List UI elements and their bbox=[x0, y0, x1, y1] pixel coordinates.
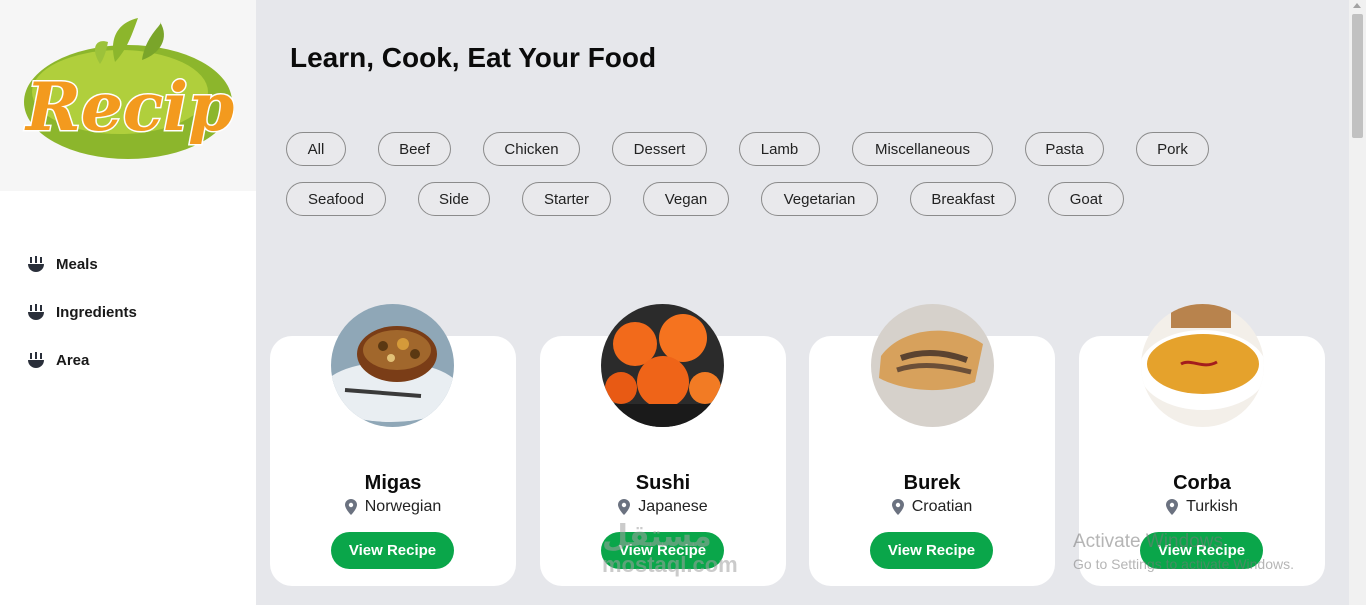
activate-windows-title: Activate Windows bbox=[1073, 531, 1223, 552]
mostaql-watermark-url: mostaql.com bbox=[602, 552, 738, 577]
category-pill-goat[interactable]: Goat bbox=[1048, 182, 1124, 216]
meal-area-label: Croatian bbox=[911, 498, 973, 515]
scroll-up-arrow-icon[interactable] bbox=[1353, 3, 1361, 8]
category-pill-pork[interactable]: Pork bbox=[1136, 132, 1209, 166]
location-pin-icon bbox=[1166, 499, 1179, 515]
page-scrollbar[interactable] bbox=[1349, 0, 1366, 605]
meal-area: Croatian bbox=[809, 498, 1055, 516]
meal-image[interactable] bbox=[871, 304, 994, 427]
meal-name: Sushi bbox=[635, 472, 691, 494]
mostaql-watermark-arabic: مستقل bbox=[602, 520, 712, 553]
meal-name: Corba bbox=[1173, 472, 1231, 494]
activate-windows-watermark: Activate Windows Go to Settings to activ… bbox=[1073, 530, 1294, 576]
category-pill-starter[interactable]: Starter bbox=[522, 182, 611, 216]
meal-area-label: Turkish bbox=[1186, 498, 1238, 515]
meal-area-label: Norwegian bbox=[364, 498, 442, 515]
sidebar-item-label: Area bbox=[56, 351, 90, 369]
meal-image[interactable] bbox=[601, 304, 724, 427]
migas-dish-image bbox=[331, 304, 454, 427]
category-pill-miscellaneous[interactable]: Miscellaneous bbox=[852, 132, 993, 166]
meal-name: Burek bbox=[903, 472, 961, 494]
location-pin-icon bbox=[891, 499, 904, 515]
location-pin-icon bbox=[618, 499, 631, 515]
category-pill-pasta[interactable]: Pasta bbox=[1025, 132, 1104, 166]
sushi-dish-image bbox=[601, 304, 724, 427]
activate-windows-subtitle: Go to Settings to activate Windows. bbox=[1073, 556, 1294, 572]
mostaql-watermark: مستقل mostaql.com bbox=[602, 522, 738, 578]
main-content: Learn, Cook, Eat Your Food All Beef Chic… bbox=[256, 0, 1349, 605]
page-title: Learn, Cook, Eat Your Food bbox=[290, 42, 657, 73]
category-pill-chicken[interactable]: Chicken bbox=[483, 132, 580, 166]
food-bowl-icon bbox=[28, 352, 44, 368]
category-pill-vegetarian[interactable]: Vegetarian bbox=[761, 182, 878, 216]
meal-area-label: Japanese bbox=[638, 498, 708, 515]
category-pill-side[interactable]: Side bbox=[418, 182, 490, 216]
category-pill-vegan[interactable]: Vegan bbox=[643, 182, 729, 216]
recipe-logo-icon: Recipe bbox=[23, 18, 234, 159]
meal-image[interactable] bbox=[331, 304, 454, 427]
scrollbar-thumb[interactable] bbox=[1352, 14, 1363, 138]
view-recipe-button[interactable]: View Recipe bbox=[870, 532, 993, 569]
meal-area: Norwegian bbox=[270, 498, 516, 516]
sidebar-item-meals[interactable]: Meals bbox=[0, 240, 256, 288]
sidebar-item-label: Meals bbox=[56, 255, 98, 273]
sidebar-nav: Meals Ingredients Area bbox=[0, 240, 256, 384]
sidebar-item-area[interactable]: Area bbox=[0, 336, 256, 384]
meal-image[interactable] bbox=[1141, 304, 1264, 427]
meal-area: Japanese bbox=[540, 498, 786, 516]
meal-area: Turkish bbox=[1079, 498, 1325, 516]
sidebar-item-label: Ingredients bbox=[56, 303, 137, 321]
location-pin-icon bbox=[344, 499, 357, 515]
category-pill-beef[interactable]: Beef bbox=[378, 132, 451, 166]
logo[interactable]: Recipe bbox=[0, 0, 256, 191]
burek-dish-image bbox=[871, 304, 994, 427]
category-pill-dessert[interactable]: Dessert bbox=[612, 132, 707, 166]
sidebar: Recipe Meals Ingredients Area bbox=[0, 0, 256, 605]
meal-name: Migas bbox=[364, 472, 422, 494]
food-bowl-icon bbox=[28, 256, 44, 272]
sidebar-item-ingredients[interactable]: Ingredients bbox=[0, 288, 256, 336]
category-pill-lamb[interactable]: Lamb bbox=[739, 132, 820, 166]
svg-text:Recipe: Recipe bbox=[24, 68, 234, 146]
category-pill-all[interactable]: All bbox=[286, 132, 346, 166]
category-pill-seafood[interactable]: Seafood bbox=[286, 182, 386, 216]
view-recipe-button[interactable]: View Recipe bbox=[331, 532, 454, 569]
category-pill-breakfast[interactable]: Breakfast bbox=[910, 182, 1016, 216]
corba-dish-image bbox=[1141, 304, 1264, 427]
food-bowl-icon bbox=[28, 304, 44, 320]
